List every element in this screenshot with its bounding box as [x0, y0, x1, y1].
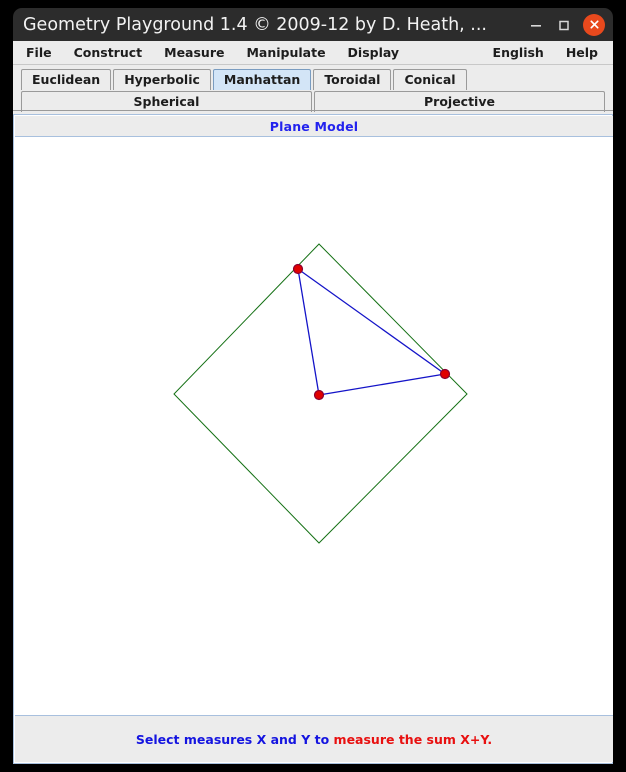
tab-row-primary: Euclidean Hyperbolic Manhattan Toroidal … — [13, 68, 613, 90]
vertex-top[interactable] — [292, 263, 304, 275]
tab-strip-divider — [13, 110, 613, 111]
geometry-tab-panel: Euclidean Hyperbolic Manhattan Toroidal … — [13, 65, 613, 114]
menu-left-group: File Construct Measure Manipulate Displa… — [15, 41, 410, 64]
menu-item-english[interactable]: English — [482, 41, 555, 64]
geometry-canvas[interactable] — [15, 137, 613, 741]
tab-manhattan[interactable]: Manhattan — [212, 69, 312, 90]
content-panel: Plane Model Select measures X and Y to m… — [13, 114, 613, 764]
tab-toroidal[interactable]: Toroidal — [313, 69, 392, 90]
close-button[interactable] — [583, 13, 605, 36]
tab-row-secondary: Spherical Projective — [13, 90, 613, 112]
window-controls — [523, 8, 607, 41]
minimize-icon — [531, 24, 541, 27]
measured-triangle[interactable] — [297, 267, 447, 396]
menu-bar: File Construct Measure Manipulate Displa… — [13, 41, 613, 65]
menu-right-group: English Help — [482, 41, 609, 64]
menu-item-manipulate[interactable]: Manipulate — [235, 41, 336, 64]
geometry-drawing — [173, 243, 468, 544]
vertex-right[interactable] — [439, 368, 451, 380]
tab-conical[interactable]: Conical — [393, 69, 467, 90]
tab-projective[interactable]: Projective — [314, 91, 605, 112]
tab-hyperbolic[interactable]: Hyperbolic — [113, 69, 211, 90]
vertex-center[interactable] — [313, 389, 325, 401]
title-bar: Geometry Playground 1.4 © 2009-12 by D. … — [13, 8, 613, 41]
maximize-button[interactable] — [551, 12, 577, 38]
close-icon — [589, 20, 599, 29]
plane-model-header: Plane Model — [15, 116, 613, 137]
status-message-blue: Select measures X and Y to — [135, 731, 334, 747]
status-message: Select measures X and Y to measure the s… — [136, 732, 492, 747]
tab-spherical[interactable]: Spherical — [21, 91, 312, 112]
status-bar: Select measures X and Y to measure the s… — [15, 715, 613, 762]
menu-item-file[interactable]: File — [15, 41, 63, 64]
menu-item-construct[interactable]: Construct — [63, 41, 154, 64]
menu-item-help[interactable]: Help — [555, 41, 609, 64]
maximize-icon — [559, 20, 569, 30]
page-title: Plane Model — [269, 118, 359, 134]
menu-item-measure[interactable]: Measure — [153, 41, 235, 64]
application-window: Geometry Playground 1.4 © 2009-12 by D. … — [13, 8, 613, 764]
minimize-button[interactable] — [523, 12, 549, 38]
tab-euclidean[interactable]: Euclidean — [21, 69, 112, 90]
menu-item-display[interactable]: Display — [337, 41, 411, 64]
status-message-red: measure the sum X+Y. — [333, 731, 493, 747]
window-title: Geometry Playground 1.4 © 2009-12 by D. … — [23, 14, 487, 35]
